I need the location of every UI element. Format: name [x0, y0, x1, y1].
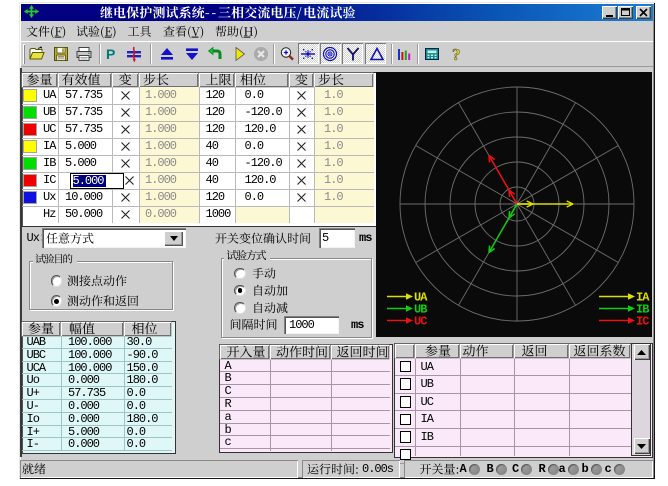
svg-text:UC: UC — [414, 315, 427, 329]
svg-text:?: ? — [452, 46, 461, 62]
svg-text:IC: IC — [636, 315, 649, 329]
svg-text:P: P — [106, 46, 115, 62]
